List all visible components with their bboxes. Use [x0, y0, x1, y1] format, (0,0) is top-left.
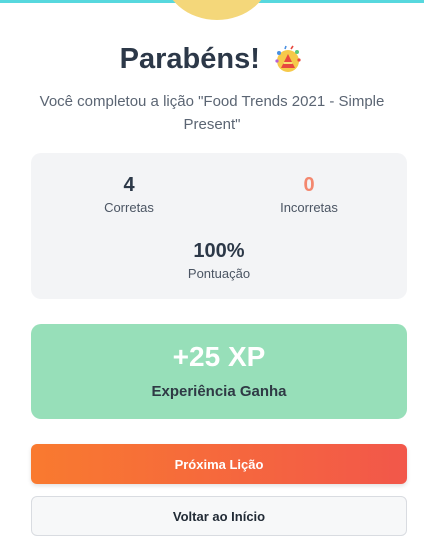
stat-score: 100% Pontuação	[139, 239, 299, 283]
party-popper-icon	[272, 44, 304, 76]
trophy-badge	[163, 0, 271, 20]
page-title: Parabéns!	[119, 43, 260, 75]
stats-card: 4 Corretas 0 Incorretas 100% Pontuação	[31, 153, 407, 299]
xp-label: Experiência Ganha	[151, 383, 287, 400]
incorrect-count: 0	[303, 174, 315, 196]
correct-count: 4	[123, 174, 135, 196]
correct-label: Corretas	[104, 200, 154, 215]
xp-value: +25 XP	[172, 341, 266, 372]
next-lesson-button[interactable]: Próxima Lição	[31, 444, 407, 484]
xp-card: +25 XP Experiência Ganha	[31, 324, 407, 419]
stat-correct: 4 Corretas	[49, 173, 209, 217]
stat-incorrect: 0 Incorretas	[229, 173, 389, 217]
back-home-button[interactable]: Voltar ao Início	[31, 496, 407, 536]
score-label: Pontuação	[187, 266, 251, 281]
score-value: 100%	[193, 240, 245, 262]
title-row: Parabéns!	[0, 43, 424, 83]
incorrect-label: Incorretas	[280, 200, 338, 215]
completion-message: Você completou a lição "Food Trends 2021…	[39, 93, 385, 133]
